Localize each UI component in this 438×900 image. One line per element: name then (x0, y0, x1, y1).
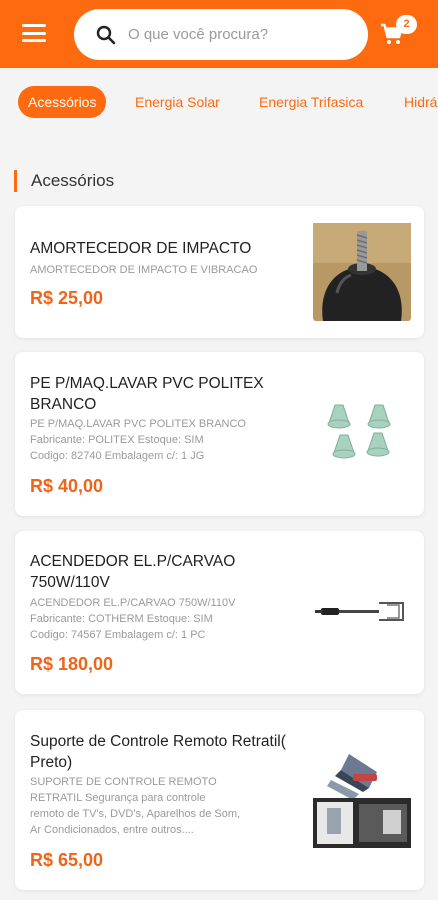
product-description: ACENDEDOR EL.P/CARVAO 750W/110V Fabrican… (30, 597, 236, 641)
category-tabs: Acessórios Energia Solar Energia Trifasi… (0, 84, 438, 120)
product-description: AMORTECEDOR DE IMPACTO E VIBRACAO (30, 264, 258, 276)
tab-energia-solar[interactable]: Energia Solar (135, 86, 220, 118)
product-card[interactable]: Suporte de Controle Remoto Retratil( Pre… (15, 710, 424, 890)
product-price: R$ 40,00 (30, 476, 104, 496)
search-input[interactable] (128, 9, 358, 60)
section-title: Acessórios (14, 170, 114, 192)
product-image (313, 223, 411, 321)
product-price: R$ 180,00 (30, 654, 114, 674)
product-image (327, 404, 391, 459)
product-card[interactable]: PE P/MAQ.LAVAR PVC POLITEX BRANCO PE P/M… (15, 352, 424, 516)
product-description: PE P/MAQ.LAVAR PVC POLITEX BRANCO Fabric… (30, 418, 246, 462)
product-description: SUPORTE DE CONTROLE REMOTO RETRATIL Segu… (30, 776, 241, 836)
product-price: R$ 25,00 (30, 288, 104, 308)
menu-icon[interactable] (22, 24, 46, 42)
product-image (313, 748, 411, 848)
product-name: Suporte de Controle Remoto Retratil( Pre… (30, 733, 286, 771)
product-image (315, 602, 404, 621)
cart-count-badge: 2 (396, 15, 417, 34)
product-card[interactable]: ACENDEDOR EL.P/CARVAO 750W/110V ACENDEDO… (15, 531, 424, 694)
product-card[interactable]: AMORTECEDOR DE IMPACTO AMORTECEDOR DE IM… (15, 206, 424, 338)
product-name: AMORTECEDOR DE IMPACTO (30, 240, 252, 257)
product-name: PE P/MAQ.LAVAR PVC POLITEX BRANCO (30, 375, 264, 413)
top-app-bar: 2 (0, 0, 438, 68)
search-bar[interactable] (74, 9, 368, 60)
tab-acessorios[interactable]: Acessórios (18, 86, 107, 118)
tab-energia-trifasica[interactable]: Energia Trifasica (259, 86, 363, 118)
product-name: ACENDEDOR EL.P/CARVAO 750W/110V (30, 553, 236, 591)
search-icon (96, 25, 116, 45)
product-price: R$ 65,00 (30, 850, 104, 870)
tab-hidraulica[interactable]: Hidrá (404, 86, 437, 118)
